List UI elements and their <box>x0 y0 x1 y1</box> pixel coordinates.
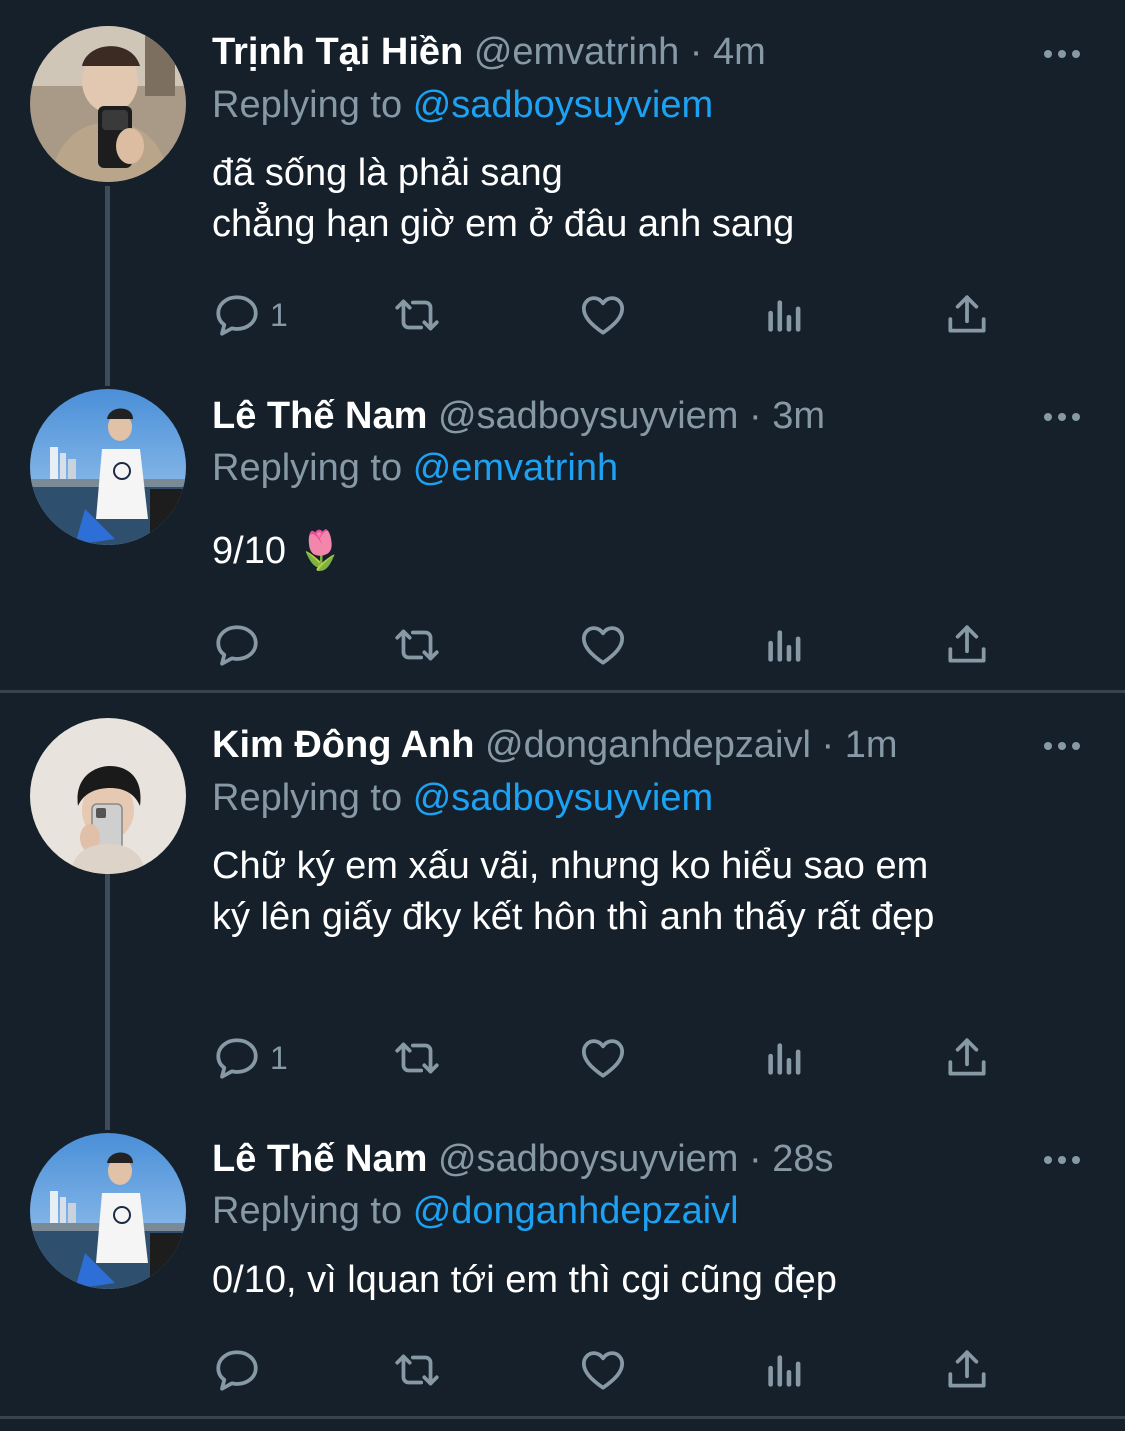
share-icon <box>942 620 992 670</box>
heart-icon <box>578 1345 628 1395</box>
retweet-icon <box>392 1345 442 1395</box>
display-name[interactable]: Lê Thế Nam <box>212 1138 427 1180</box>
retweet-button[interactable] <box>392 620 442 670</box>
timestamp[interactable]: 3m <box>772 395 825 437</box>
user-handle[interactable]: @donganhdepzaivl <box>485 724 811 766</box>
retweet-icon <box>392 620 442 670</box>
reply-icon <box>212 1033 262 1083</box>
tweet-text-line: chẳng hạn giờ em ở đâu anh sang <box>212 203 795 245</box>
replying-to-label: Replying to <box>212 1190 403 1232</box>
reply-count: 1 <box>270 296 288 333</box>
avatar[interactable] <box>30 26 186 182</box>
avatar[interactable] <box>30 718 186 874</box>
tweet-text: 0/10, vì lquan tới em thì cgi cũng đẹp <box>212 1255 837 1306</box>
heart-icon <box>578 620 628 670</box>
heart-icon <box>578 290 628 340</box>
display-name[interactable]: Trịnh Tại Hiền <box>212 31 463 73</box>
tweet-text-line: 0/10, vì lquan tới em thì cgi cũng đẹp <box>212 1259 837 1301</box>
thread-divider <box>0 1416 1125 1419</box>
reply-button[interactable]: 1 <box>212 290 288 340</box>
reply-icon <box>212 290 262 340</box>
reply-button[interactable] <box>212 620 270 670</box>
replying-to-label: Replying to <box>212 447 403 489</box>
tweet-text: 9/10 🌷 <box>212 526 344 577</box>
share-button[interactable] <box>942 620 992 670</box>
analytics-icon <box>760 290 810 340</box>
retweet-icon <box>392 290 442 340</box>
share-icon <box>942 1345 992 1395</box>
reply-count: 1 <box>270 1039 288 1076</box>
retweet-button[interactable] <box>392 290 442 340</box>
share-icon <box>942 1033 992 1083</box>
reply-icon <box>212 1345 262 1395</box>
analytics-icon <box>760 1033 810 1083</box>
avatar[interactable] <box>30 389 186 545</box>
replying-to-label: Replying to <box>212 84 403 126</box>
separator-dot: · <box>689 31 703 73</box>
tweet-text: đã sống là phải sang chẳng hạn giờ em ở … <box>212 148 794 250</box>
like-button[interactable] <box>578 1033 628 1083</box>
separator-dot: · <box>749 395 762 437</box>
separator-dot: · <box>821 724 835 766</box>
display-name[interactable]: Kim Đông Anh <box>212 724 474 766</box>
user-handle[interactable]: @sadboysuyviem <box>438 395 738 437</box>
timestamp[interactable]: 1m <box>845 724 898 766</box>
share-button[interactable] <box>942 1033 992 1083</box>
tweet-text: Chữ ký em xấu vãi, nhưng ko hiểu sao em … <box>212 841 934 943</box>
tweet-text-line: ký lên giấy đky kết hôn thì anh thấy rất… <box>212 896 935 938</box>
analytics-icon <box>760 1345 810 1395</box>
tweet-text-line: Chữ ký em xấu vãi, nhưng ko hiểu sao em <box>212 845 929 887</box>
like-button[interactable] <box>578 620 628 670</box>
more-dots-icon[interactable] <box>1040 44 1084 64</box>
action-bar: 1 <box>212 290 1012 340</box>
reply-button[interactable] <box>212 1345 270 1395</box>
tweet[interactable]: Trịnh Tại Hiền @emvatrinh · 4m Replying … <box>0 0 1125 380</box>
display-name[interactable]: Lê Thế Nam <box>212 395 427 437</box>
analytics-button[interactable] <box>760 290 810 340</box>
avatar[interactable] <box>30 1133 186 1289</box>
replying-to-handle[interactable]: @emvatrinh <box>413 447 618 489</box>
tweet-text-line: 9/10 🌷 <box>212 530 344 572</box>
reply-icon <box>212 620 262 670</box>
like-button[interactable] <box>578 1345 628 1395</box>
tweet[interactable]: Lê Thế Nam @sadboysuyviem · 3m Replying … <box>0 380 1125 690</box>
tweet-text-line: đã sống là phải sang <box>212 152 563 194</box>
retweet-button[interactable] <box>392 1033 442 1083</box>
analytics-button[interactable] <box>760 620 810 670</box>
replying-to-handle[interactable]: @sadboysuyviem <box>413 84 713 126</box>
replying-to-label: Replying to <box>212 777 403 819</box>
analytics-button[interactable] <box>760 1345 810 1395</box>
tweet[interactable]: Kim Đông Anh @donganhdepzaivl · 1m Reply… <box>0 693 1125 1123</box>
retweet-icon <box>392 1033 442 1083</box>
user-handle[interactable]: @sadboysuyviem <box>438 1138 738 1180</box>
more-dots-icon[interactable] <box>1040 1150 1084 1170</box>
action-bar <box>212 620 1012 670</box>
separator-dot: · <box>749 1138 762 1180</box>
more-dots-icon[interactable] <box>1040 736 1084 756</box>
action-bar: 1 <box>212 1033 1012 1083</box>
share-button[interactable] <box>942 1345 992 1395</box>
timestamp[interactable]: 4m <box>713 31 766 73</box>
like-button[interactable] <box>578 290 628 340</box>
analytics-button[interactable] <box>760 1033 810 1083</box>
timestamp[interactable]: 28s <box>772 1138 833 1180</box>
share-icon <box>942 290 992 340</box>
retweet-button[interactable] <box>392 1345 442 1395</box>
more-dots-icon[interactable] <box>1040 407 1084 427</box>
share-button[interactable] <box>942 290 992 340</box>
reply-button[interactable]: 1 <box>212 1033 288 1083</box>
replying-to-handle[interactable]: @donganhdepzaivl <box>413 1190 739 1232</box>
analytics-icon <box>760 620 810 670</box>
action-bar <box>212 1345 1012 1395</box>
heart-icon <box>578 1033 628 1083</box>
tweet[interactable]: Lê Thế Nam @sadboysuyviem · 28s Replying… <box>0 1123 1125 1415</box>
replying-to-handle[interactable]: @sadboysuyviem <box>413 777 713 819</box>
user-handle[interactable]: @emvatrinh <box>474 31 679 73</box>
